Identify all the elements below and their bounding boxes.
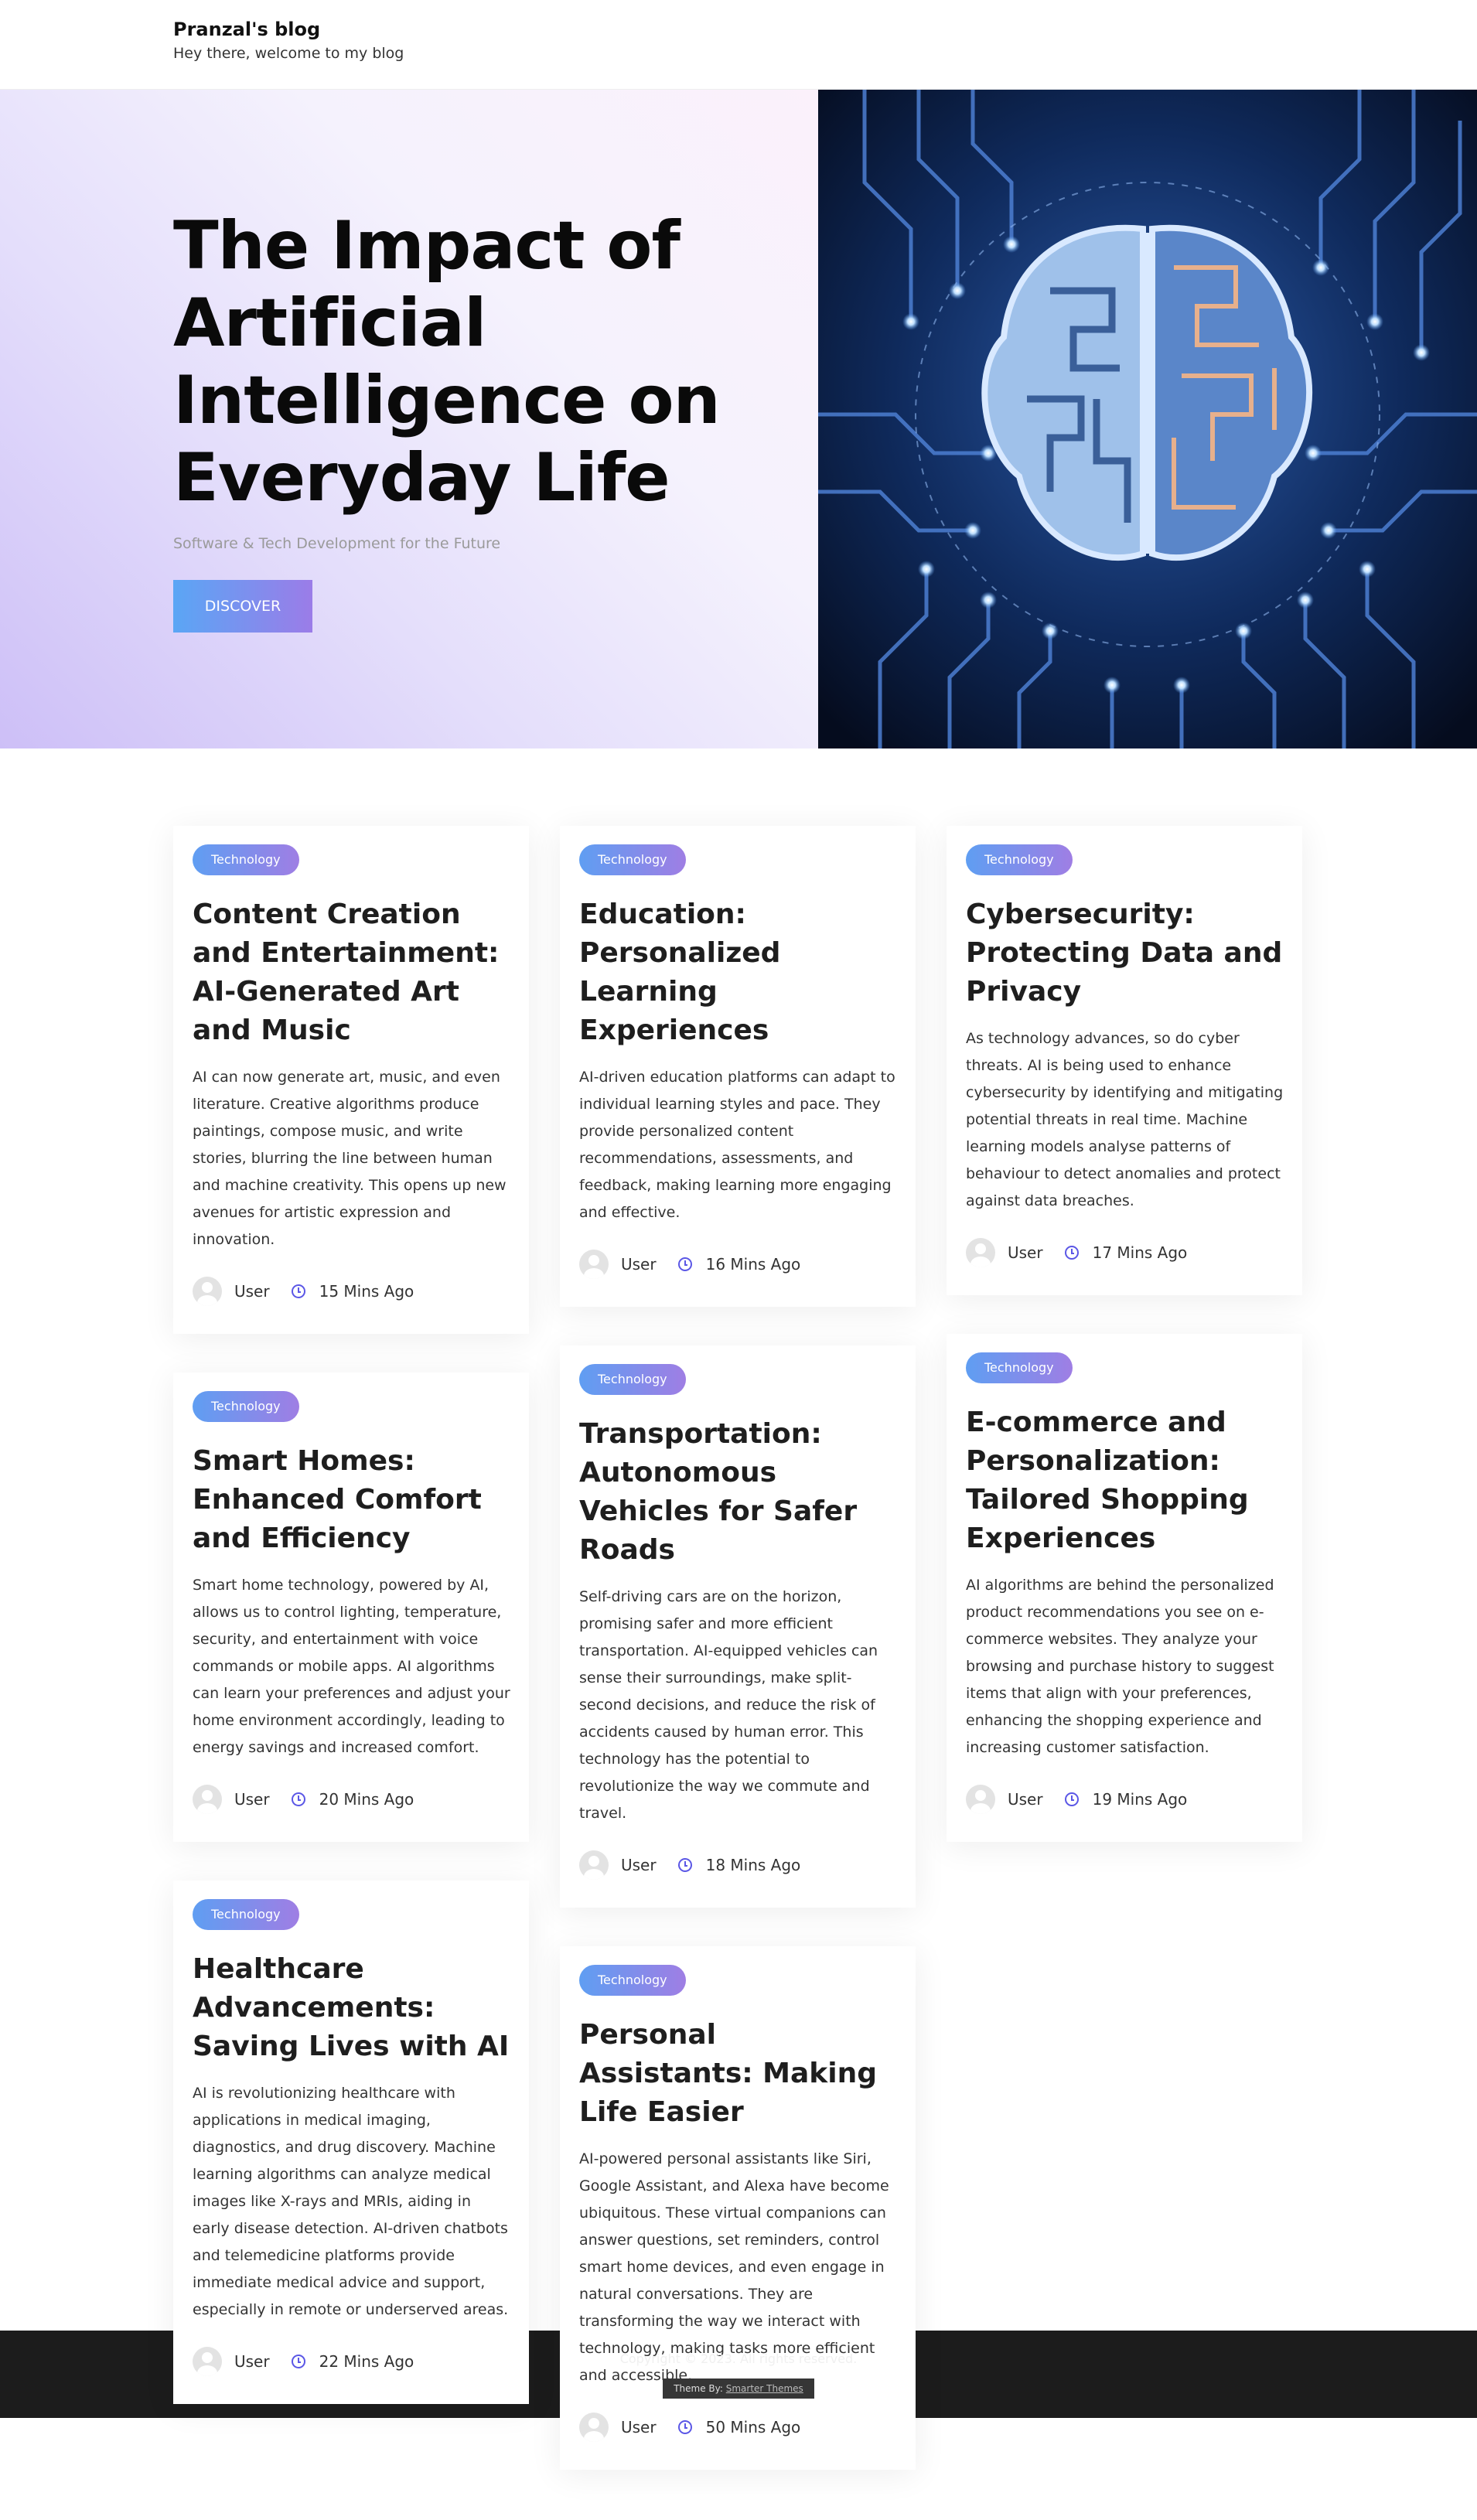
theme-credit-link[interactable]: Smarter Themes	[726, 2383, 803, 2394]
avatar	[966, 1238, 995, 1267]
post-card: Technology Education: Personalized Learn…	[560, 826, 916, 1307]
post-time: 19 Mins Ago	[1092, 1790, 1188, 1809]
category-badge[interactable]: Technology	[579, 1364, 686, 1395]
hero-section: The Impact of Artificial Intelligence on…	[0, 90, 1477, 748]
post-meta: User 18 Mins Ago	[579, 1850, 897, 1880]
post-excerpt: AI algorithms are behind the personalize…	[966, 1577, 1274, 1756]
post-card: Technology Cybersecurity: Protecting Dat…	[947, 826, 1302, 1295]
post-author[interactable]: User	[234, 2352, 270, 2371]
post-author[interactable]: User	[234, 1790, 270, 1809]
post-author[interactable]: User	[621, 1255, 657, 1274]
discover-button[interactable]: DISCOVER	[173, 580, 312, 633]
theme-credit-label: Theme By:	[674, 2383, 723, 2394]
category-badge[interactable]: Technology	[579, 1965, 686, 1996]
post-title[interactable]: E-commerce and Personalization: Tailored…	[966, 1403, 1284, 1558]
avatar	[193, 2347, 222, 2376]
post-time: 50 Mins Ago	[705, 2418, 801, 2436]
post-title[interactable]: Healthcare Advancements: Saving Lives wi…	[193, 1950, 510, 2066]
post-meta: User 16 Mins Ago	[579, 1250, 897, 1279]
post-excerpt: Self-driving cars are on the horizon, pr…	[579, 1588, 878, 1822]
post-meta: User 50 Mins Ago	[579, 2413, 897, 2442]
post-card: Technology E-commerce and Personalizatio…	[947, 1334, 1302, 1842]
clock-icon	[1064, 1792, 1079, 1806]
post-excerpt: Smart home technology, powered by AI, al…	[193, 1577, 510, 1756]
post-time: 20 Mins Ago	[319, 1790, 414, 1809]
clock-icon	[291, 2355, 305, 2368]
clock-icon	[1064, 1246, 1079, 1260]
post-excerpt: AI-driven education platforms can adapt …	[579, 1069, 895, 1221]
category-badge[interactable]: Technology	[579, 844, 686, 875]
post-time: 15 Mins Ago	[319, 1282, 414, 1301]
post-time: 16 Mins Ago	[705, 1255, 801, 1274]
clock-icon	[677, 1257, 692, 1271]
post-title[interactable]: Content Creation and Entertainment: AI-G…	[193, 895, 510, 1050]
avatar	[579, 1250, 609, 1279]
post-time: 17 Mins Ago	[1092, 1243, 1188, 1262]
clock-icon	[677, 2420, 692, 2434]
post-author[interactable]: User	[1008, 1243, 1043, 1262]
category-badge[interactable]: Technology	[966, 844, 1073, 875]
post-time: 22 Mins Ago	[319, 2352, 414, 2371]
site-title[interactable]: Pranzal's blog	[173, 17, 1477, 42]
avatar	[193, 1277, 222, 1306]
post-card: Technology Content Creation and Entertai…	[173, 826, 529, 1334]
post-author[interactable]: User	[621, 1856, 657, 1874]
hero-title: The Impact of Artificial Intelligence on…	[173, 207, 721, 517]
post-card: Technology Smart Homes: Enhanced Comfort…	[173, 1373, 529, 1842]
post-author[interactable]: User	[234, 1282, 270, 1301]
clock-icon	[291, 1792, 305, 1806]
site-tagline: Hey there, welcome to my blog	[173, 45, 404, 62]
posts-column-2: Technology Education: Personalized Learn…	[560, 826, 916, 2470]
category-badge[interactable]: Technology	[193, 1391, 299, 1422]
post-meta: User 22 Mins Ago	[193, 2347, 510, 2376]
post-title[interactable]: Cybersecurity: Protecting Data and Priva…	[966, 895, 1284, 1011]
category-badge[interactable]: Technology	[193, 844, 299, 875]
theme-credit: Theme By: Smarter Themes	[663, 2378, 814, 2399]
post-meta: User 17 Mins Ago	[966, 1238, 1284, 1267]
post-author[interactable]: User	[621, 2418, 657, 2436]
ai-brain-circuit-image	[818, 90, 1477, 748]
post-title[interactable]: Education: Personalized Learning Experie…	[579, 895, 897, 1050]
clock-icon	[291, 1284, 305, 1298]
category-badge[interactable]: Technology	[966, 1352, 1073, 1383]
avatar	[579, 2413, 609, 2442]
hero-text-panel: The Impact of Artificial Intelligence on…	[0, 90, 818, 748]
post-time: 18 Mins Ago	[705, 1856, 801, 1874]
posts-column-1: Technology Content Creation and Entertai…	[173, 826, 529, 2404]
post-title[interactable]: Smart Homes: Enhanced Comfort and Effici…	[193, 1442, 510, 1558]
site-header: Pranzal's blog Hey there, welcome to my …	[0, 0, 1477, 90]
clock-icon	[677, 1858, 692, 1872]
category-badge[interactable]: Technology	[193, 1899, 299, 1930]
post-title[interactable]: Transportation: Autonomous Vehicles for …	[579, 1415, 897, 1570]
posts-column-3: Technology Cybersecurity: Protecting Dat…	[947, 826, 1302, 2331]
post-author[interactable]: User	[1008, 1790, 1043, 1809]
post-meta: User 19 Mins Ago	[966, 1785, 1284, 1814]
post-meta: User 20 Mins Ago	[193, 1785, 510, 1814]
post-card: Technology Healthcare Advancements: Savi…	[173, 1881, 529, 2404]
posts-grid: Technology Content Creation and Entertai…	[0, 748, 1477, 2470]
post-meta: User 15 Mins Ago	[193, 1277, 510, 1306]
hero-subtitle: Software & Tech Development for the Futu…	[173, 535, 501, 552]
avatar	[966, 1785, 995, 1814]
post-card: Technology Transportation: Autonomous Ve…	[560, 1345, 916, 1908]
avatar	[579, 1850, 609, 1880]
post-excerpt: As technology advances, so do cyber thre…	[966, 1030, 1284, 1209]
post-title[interactable]: Personal Assistants: Making Life Easier	[579, 2016, 897, 2132]
avatar	[193, 1785, 222, 1814]
post-excerpt: AI can now generate art, music, and even…	[193, 1069, 507, 1248]
post-excerpt: AI is revolutionizing healthcare with ap…	[193, 2085, 509, 2318]
